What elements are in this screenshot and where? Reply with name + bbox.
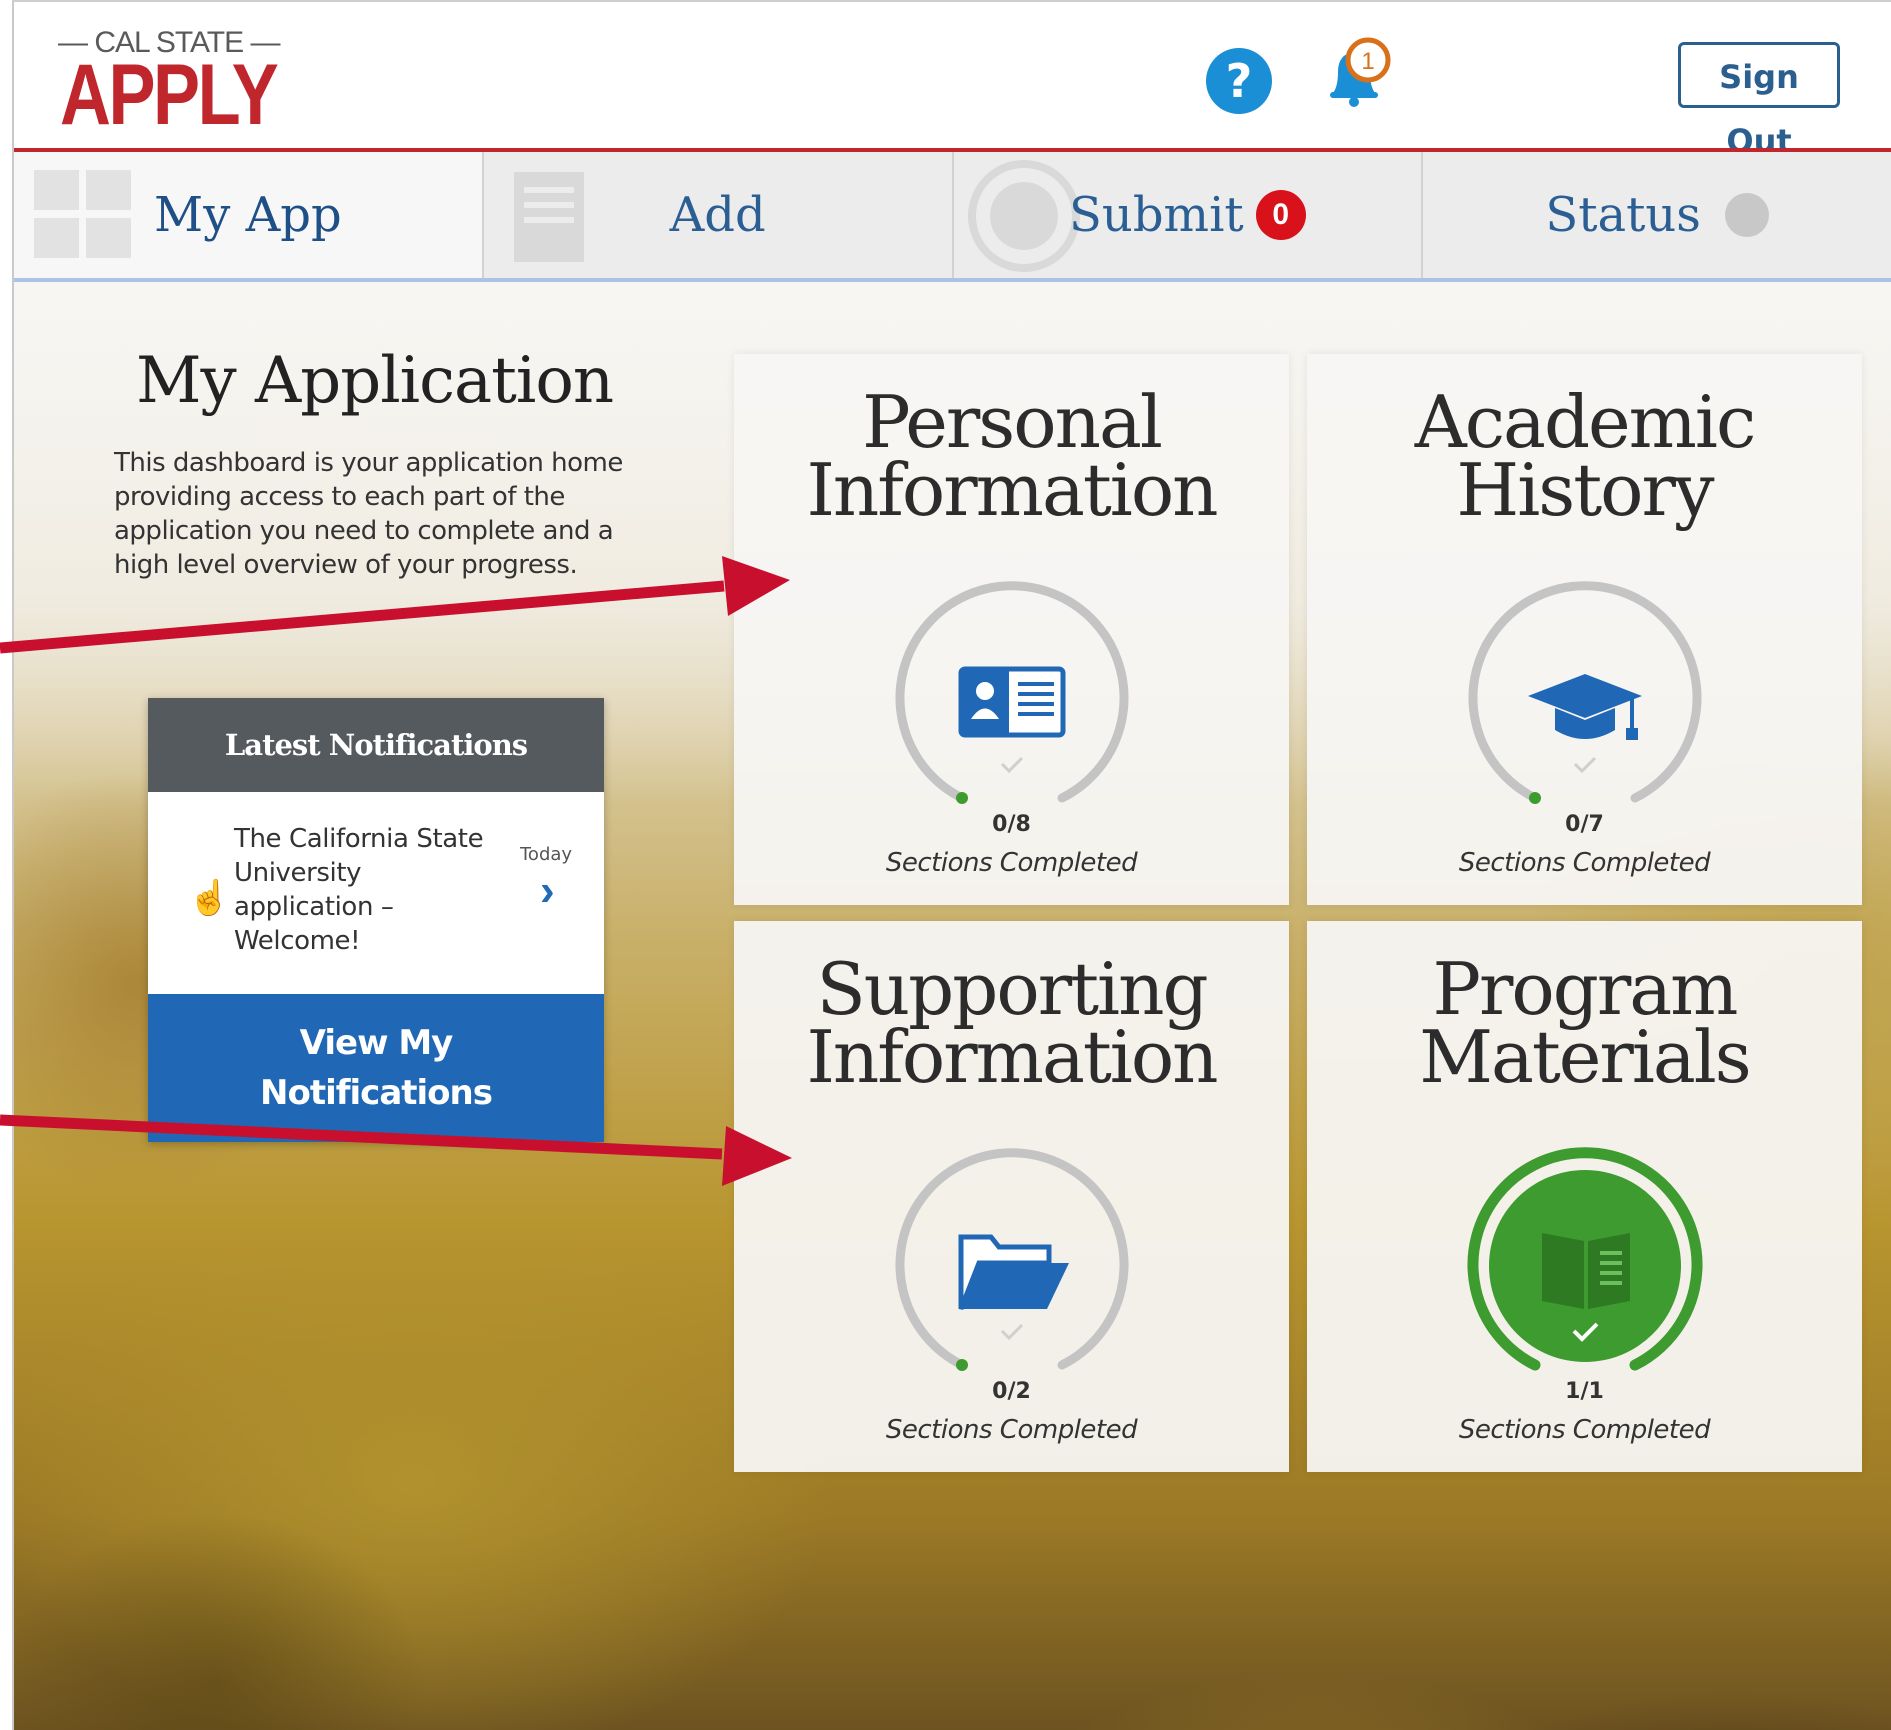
tab-label: Submit — [1069, 187, 1244, 243]
tab-label: Add — [669, 187, 766, 243]
logo[interactable]: APPLY — [60, 52, 279, 138]
card-title: Personal Information — [806, 380, 1218, 532]
sign-out-button[interactable]: Sign Out — [1678, 42, 1840, 160]
card-title: Supporting Information — [806, 947, 1218, 1099]
tab-add[interactable]: Add — [484, 152, 954, 278]
view-my-notifications-button[interactable]: View My Notifications — [148, 994, 604, 1142]
button-line: View My — [299, 1023, 454, 1063]
progress-count: 1/1 — [1565, 1379, 1604, 1404]
card-title: Academic History — [1414, 380, 1757, 532]
tab-status[interactable]: Status — [1423, 152, 1891, 278]
tab-label: My App — [154, 187, 342, 243]
notification-item[interactable]: ☝ The California State University applic… — [148, 792, 604, 994]
progress-label: Sections Completed — [885, 848, 1138, 878]
main-tabs: My App Add Submit 0 Status — [14, 152, 1891, 282]
id-card-icon — [958, 666, 1066, 738]
progress-label: Sections Completed — [1458, 1415, 1711, 1445]
notifications-bell-icon[interactable]: 1 — [1314, 32, 1404, 122]
card-supporting-information[interactable]: Supporting Information 0/2 Sections Comp… — [734, 921, 1289, 1472]
notifications-header: Latest Notifications — [148, 698, 604, 792]
check-circle-icon — [1724, 193, 1769, 237]
progress-ring — [895, 1148, 1129, 1371]
progress-ring-complete — [1467, 1147, 1703, 1371]
card-program-materials[interactable]: Program Materials 1/1 Sections Completed — [1307, 921, 1862, 1472]
graduation-cap-icon — [1528, 674, 1642, 740]
progress-ring — [895, 581, 1129, 804]
progress-ring — [1468, 581, 1702, 804]
progress-count: 0/7 — [1565, 812, 1604, 837]
folder-icon — [958, 1234, 1069, 1310]
page-title: My Application — [136, 344, 614, 418]
notification-time: Today — [520, 844, 573, 865]
header: — CAL STATE — APPLY ? 1 Sign Out — [14, 2, 1891, 160]
notification-count: 1 — [1361, 48, 1374, 75]
tab-label: Status — [1545, 187, 1701, 243]
latest-notifications-panel: Latest Notifications ☝ The California St… — [148, 698, 604, 1142]
progress-count: 0/8 — [992, 812, 1031, 837]
progress-label: Sections Completed — [1458, 848, 1711, 878]
progress-label: Sections Completed — [885, 1415, 1138, 1445]
tab-submit[interactable]: Submit 0 — [954, 152, 1424, 278]
chevron-right-icon[interactable]: › — [540, 866, 555, 916]
tab-my-app[interactable]: My App — [14, 152, 484, 278]
card-personal-information[interactable]: Personal Information 0/8 Sections Comple… — [734, 354, 1289, 905]
submit-count-badge: 0 — [1255, 190, 1306, 240]
seal-icon — [967, 160, 1080, 272]
card-academic-history[interactable]: Academic History 0/7 Sections Completed — [1307, 354, 1862, 905]
application-sections-grid: Personal Information 0/8 Sections Comple… — [734, 354, 1862, 1472]
app-window: — CAL STATE — APPLY ? 1 Sign Out My App — [12, 0, 1891, 1730]
document-icon — [513, 172, 584, 262]
card-title: Program Materials — [1419, 947, 1752, 1099]
grid-icon — [34, 170, 131, 258]
button-line: Notifications — [260, 1073, 493, 1113]
progress-count: 0/2 — [992, 1379, 1031, 1404]
hand-wave-icon: ☝ — [188, 879, 231, 917]
notification-text: The California State University applicat… — [234, 824, 484, 956]
help-icon[interactable]: ? — [1206, 48, 1272, 114]
page-description: This dashboard is your application home … — [114, 448, 623, 580]
